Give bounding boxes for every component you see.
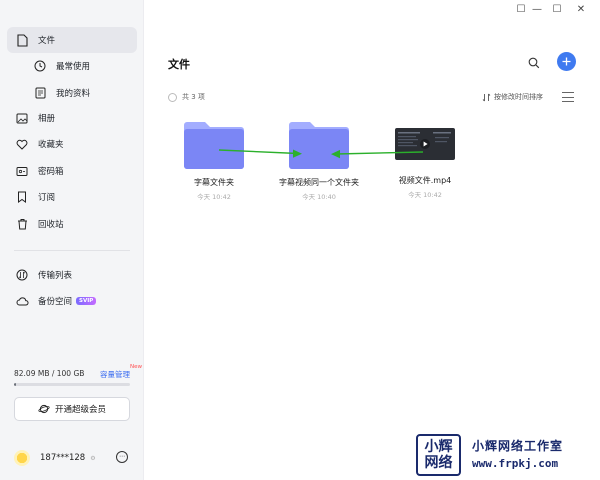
sort-label: 按修改时间排序 — [494, 93, 543, 101]
file-item[interactable]: 字幕视频同一个文件夹 今天 10:40 — [269, 119, 369, 201]
cloud-icon — [15, 294, 29, 308]
sidebar-item-backup[interactable]: 备份空间 SVIP — [7, 288, 137, 314]
sidebar-item-label: 最常使用 — [56, 62, 91, 72]
watermark-logo-bottom: 网络 — [424, 455, 453, 471]
vip-upgrade-button[interactable]: 开通超级会员 — [14, 397, 130, 421]
sidebar-item-recent[interactable]: 最常使用 — [7, 53, 137, 79]
trash-icon — [15, 217, 29, 231]
new-badge: New — [130, 364, 142, 370]
maximize-icon[interactable]: ☐ — [550, 4, 564, 15]
file-date: 今天 10:40 — [302, 193, 336, 201]
doc-icon — [33, 86, 47, 100]
transfer-icon — [15, 268, 29, 282]
sidebar-item-label: 备份空间 — [38, 297, 73, 307]
sidebar-item-label: 回收站 — [38, 220, 64, 230]
storage-info: 82.09 MB / 100 GB 容量管理 New — [14, 364, 142, 386]
sidebar-item-my-docs[interactable]: 我的资料 — [7, 80, 137, 106]
avatar[interactable] — [14, 450, 30, 466]
watermark-title: 小辉网络工作室 — [472, 439, 564, 453]
list-icon-line — [562, 96, 574, 98]
list-icon-line — [562, 92, 574, 93]
sort-control[interactable]: 按修改时间排序 — [482, 92, 543, 102]
sidebar-item-recycle-bin[interactable]: 回收站 — [7, 211, 137, 237]
file-date: 今天 10:42 — [408, 191, 442, 199]
sidebar-item-files[interactable]: 文件 — [7, 27, 137, 53]
sidebar-item-label: 密码箱 — [38, 167, 64, 177]
storage-bar-fill — [14, 383, 16, 386]
planet-icon — [38, 403, 50, 415]
file-item[interactable]: 字幕文件夹 今天 10:42 — [164, 119, 264, 201]
user-name: 187***128 — [40, 453, 86, 463]
sidebar-item-label: 文件 — [38, 36, 56, 46]
sidebar-item-favorites[interactable]: 收藏夹 — [7, 131, 137, 157]
close-icon[interactable]: ✕ — [574, 4, 588, 15]
sidebar-item-label: 收藏夹 — [38, 140, 64, 150]
sidebar-item-photos[interactable]: 相册 — [7, 105, 137, 131]
storage-bar — [14, 383, 130, 386]
window-pin-icon[interactable]: ☐ — [514, 4, 528, 15]
folder-icon — [184, 122, 244, 169]
file-icon — [15, 33, 29, 47]
sidebar-item-label: 订阅 — [38, 193, 56, 203]
folder-icon — [289, 122, 349, 169]
file-name: 字幕视频同一个文件夹 — [279, 178, 359, 187]
sidebar-item-transfers[interactable]: 传输列表 — [7, 262, 137, 288]
select-all-row[interactable]: 共 3 项 — [168, 92, 205, 102]
plus-icon — [562, 57, 571, 66]
sort-icon — [482, 93, 491, 101]
search-icon — [528, 57, 540, 69]
sidebar-item-label: 我的资料 — [56, 89, 91, 99]
image-icon — [15, 111, 29, 125]
file-date: 今天 10:42 — [197, 193, 231, 201]
sidebar-item-subscriptions[interactable]: 订阅 — [7, 184, 137, 210]
more-options-icon[interactable]: ⋯ — [116, 451, 128, 463]
watermark-logo: 小辉 网络 — [416, 434, 461, 476]
video-thumbnail — [395, 128, 455, 160]
bookmark-icon — [15, 190, 29, 204]
watermark-url: www.frpkj.com — [472, 457, 559, 470]
storage-manage-link[interactable]: 容量管理 — [100, 369, 130, 380]
user-profile[interactable]: 187***128 ⚙ ⋯ — [14, 449, 130, 467]
file-item[interactable]: 视频文件.mp4 今天 10:42 — [375, 128, 475, 199]
select-all-checkbox[interactable] — [168, 92, 177, 102]
video-thumbnail-content — [398, 132, 451, 149]
safe-icon — [15, 164, 29, 178]
clock-icon — [33, 59, 47, 73]
minimize-icon[interactable]: — — [530, 4, 544, 15]
sidebar-item-label: 传输列表 — [38, 271, 73, 281]
svip-badge: SVIP — [76, 297, 97, 305]
sidebar-item-password-box[interactable]: 密码箱 — [7, 158, 137, 184]
page-title: 文件 — [168, 58, 190, 71]
sidebar: 文件 最常使用 我的资料 相册 收藏夹 密码箱 订阅 回收站 传输列表 备份空间… — [0, 0, 144, 480]
list-view-button[interactable] — [562, 92, 574, 102]
vip-upgrade-label: 开通超级会员 — [54, 405, 106, 415]
item-count: 共 3 项 — [182, 93, 205, 101]
sidebar-divider — [14, 250, 130, 251]
storage-usage: 82.09 MB / 100 GB — [14, 369, 85, 378]
heart-icon — [15, 137, 29, 151]
add-button[interactable] — [557, 52, 576, 71]
search-button[interactable] — [526, 55, 542, 71]
sidebar-item-label: 相册 — [38, 114, 56, 124]
file-name: 字幕文件夹 — [194, 178, 234, 187]
file-name: 视频文件.mp4 — [398, 176, 452, 185]
user-settings-icon[interactable]: ⚙ — [90, 455, 95, 462]
list-icon-line — [562, 101, 574, 102]
watermark-logo-top: 小辉 — [424, 439, 453, 455]
